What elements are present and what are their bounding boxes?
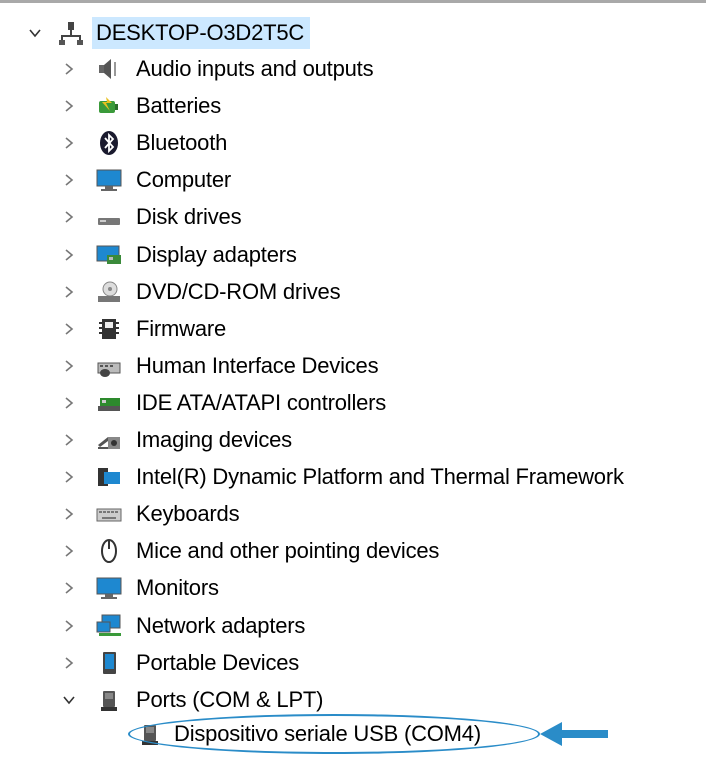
dvd-drive-icon — [96, 279, 122, 305]
display-adapter-icon — [96, 242, 122, 268]
chevron-right-icon[interactable] — [60, 505, 78, 523]
ide-controller-icon — [96, 390, 122, 416]
highlight-ellipse — [128, 714, 540, 754]
chevron-right-icon[interactable] — [60, 617, 78, 635]
tree-category-label: Bluetooth — [136, 130, 228, 155]
chevron-right-icon[interactable] — [60, 357, 78, 375]
tree-category-label: Mice and other pointing devices — [136, 538, 440, 563]
speaker-icon — [96, 56, 122, 82]
tree-category-label: Network adapters — [136, 613, 306, 638]
tree-root-label: DESKTOP-O3D2T5C — [92, 17, 311, 49]
chevron-right-icon[interactable] — [60, 579, 78, 597]
bluetooth-icon — [96, 130, 122, 156]
chevron-right-icon[interactable] — [60, 246, 78, 264]
tree-category-label: Firmware — [136, 316, 227, 341]
mouse-icon — [96, 538, 122, 564]
chevron-down-icon[interactable] — [60, 691, 78, 709]
portable-device-icon — [96, 650, 122, 676]
network-adapter-icon — [96, 613, 122, 639]
chevron-right-icon[interactable] — [60, 134, 78, 152]
tree-category-label: IDE ATA/ATAPI controllers — [136, 390, 387, 415]
tree-category-label: Display adapters — [136, 242, 297, 267]
chevron-right-icon[interactable] — [60, 208, 78, 226]
chevron-right-icon[interactable] — [60, 468, 78, 486]
tree-category-label: Intel(R) Dynamic Platform and Thermal Fr… — [136, 464, 624, 489]
tree-category-label: Computer — [136, 167, 231, 192]
chevron-right-icon[interactable] — [60, 654, 78, 672]
tree-category-label: Audio inputs and outputs — [136, 56, 374, 81]
chip-icon — [96, 316, 122, 342]
chevron-down-icon[interactable] — [26, 24, 44, 42]
tree-category-label: Imaging devices — [136, 427, 292, 452]
tree-category-label: Disk drives — [136, 204, 242, 229]
tree-category-label: Batteries — [136, 93, 222, 118]
chevron-right-icon[interactable] — [60, 320, 78, 338]
tree-category-label: Keyboards — [136, 501, 240, 526]
chevron-right-icon[interactable] — [60, 171, 78, 189]
port-icon — [96, 687, 122, 713]
monitor-icon — [96, 575, 122, 601]
hid-icon — [96, 353, 122, 379]
battery-icon — [96, 93, 122, 119]
chevron-right-icon[interactable] — [60, 542, 78, 560]
tree-category-label: DVD/CD-ROM drives — [136, 279, 341, 304]
chevron-right-icon[interactable] — [60, 283, 78, 301]
tree-category-label: Human Interface Devices — [136, 353, 379, 378]
window-top-border — [0, 0, 706, 3]
disk-drive-icon — [96, 204, 122, 230]
computer-network-icon — [58, 20, 84, 46]
tree-category-label: Ports (COM & LPT) — [136, 687, 324, 712]
monitor-icon — [96, 167, 122, 193]
tree-category-label: Portable Devices — [136, 650, 300, 675]
chevron-right-icon[interactable] — [60, 394, 78, 412]
camera-icon — [96, 427, 122, 453]
folder-device-icon — [96, 464, 122, 490]
tree-category-label: Monitors — [136, 575, 219, 600]
chevron-right-icon[interactable] — [60, 431, 78, 449]
keyboard-icon — [96, 501, 122, 527]
pointer-arrow-icon — [540, 722, 608, 746]
chevron-right-icon[interactable] — [60, 60, 78, 78]
chevron-right-icon[interactable] — [60, 97, 78, 115]
